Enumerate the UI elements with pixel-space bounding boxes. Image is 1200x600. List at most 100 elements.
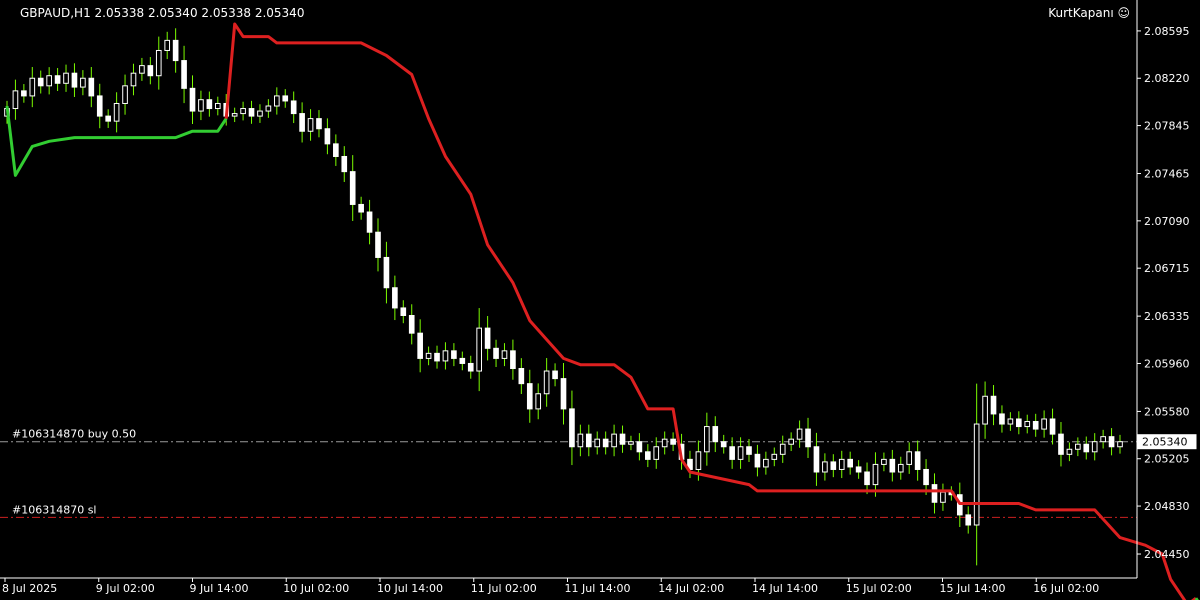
candle-body-bear bbox=[71, 72, 78, 88]
candle-body-bull bbox=[611, 433, 617, 448]
candle-body-bear bbox=[299, 113, 305, 132]
candle-body-bear bbox=[1032, 421, 1039, 430]
time-tick-label: 10 Jul 02:00 bbox=[283, 582, 349, 595]
price-tick-label: 2.08595 bbox=[1144, 25, 1190, 38]
candle-body-bear bbox=[290, 100, 297, 115]
candle-body-bear bbox=[248, 108, 255, 117]
time-tick-label: 14 Jul 02:00 bbox=[658, 582, 724, 595]
time-tick-label: 9 Jul 02:00 bbox=[96, 582, 155, 595]
candle-body-bull bbox=[737, 446, 744, 460]
candle-body-bear bbox=[847, 458, 854, 468]
price-tick-label: 2.07465 bbox=[1144, 168, 1190, 181]
candle-body-bull bbox=[113, 102, 120, 122]
candle-body-bull bbox=[1041, 418, 1047, 430]
price-tick-label: 2.05580 bbox=[1144, 405, 1190, 418]
candle-body-bull bbox=[695, 451, 702, 470]
candle-body-bull bbox=[155, 49, 162, 77]
candle-body-bull bbox=[122, 85, 128, 104]
time-tick-label: 15 Jul 02:00 bbox=[846, 582, 912, 595]
candle-body-bull bbox=[897, 463, 904, 473]
candle-body-bull bbox=[771, 453, 778, 460]
candle-body-bear bbox=[282, 95, 289, 102]
order-line-label: #106314870 buy 0.50 bbox=[12, 428, 136, 441]
candle-body-bear bbox=[965, 514, 972, 526]
price-tick-label: 2.06715 bbox=[1144, 262, 1190, 275]
candle-body-bull bbox=[231, 113, 238, 117]
candle-body-bear bbox=[560, 378, 567, 410]
candle-body-bear bbox=[552, 370, 558, 380]
candle-body-bear bbox=[383, 256, 390, 289]
price-tick-label: 2.08220 bbox=[1144, 72, 1190, 85]
candle-body-bear bbox=[746, 446, 752, 455]
candle-body-bull bbox=[940, 491, 946, 503]
price-chart[interactable]: #106314870 buy 0.50 #106314870 sl 2.08595… bbox=[0, 0, 1200, 600]
candle-body-bear bbox=[21, 90, 27, 97]
symbol-ohlc-header: GBPAUD,H1 2.05338 2.05340 2.05338 2.0534… bbox=[20, 6, 304, 20]
candle-body-bear bbox=[181, 60, 187, 89]
price-tick-label: 2.05205 bbox=[1144, 453, 1190, 466]
candle-body-bear bbox=[1083, 443, 1090, 453]
current-price-label: 2.05340 bbox=[1142, 436, 1188, 449]
candle-body-bear bbox=[189, 87, 196, 112]
candle-body-bull bbox=[198, 99, 204, 112]
candle-body-bear bbox=[914, 451, 921, 470]
candle-body-bear bbox=[105, 115, 112, 122]
time-tick-label: 14 Jul 14:00 bbox=[752, 582, 818, 595]
candle-body-bull bbox=[501, 350, 508, 359]
candle-body-bull bbox=[240, 108, 246, 115]
candle-body-bull bbox=[661, 438, 668, 448]
candle-body-bull bbox=[29, 77, 36, 97]
candle-body-bear bbox=[754, 453, 761, 468]
candle-body-bull bbox=[763, 458, 769, 468]
candle-body-bear bbox=[324, 128, 331, 145]
candle-body-bull bbox=[1075, 443, 1081, 450]
candle-body-bull bbox=[164, 39, 171, 51]
candle-body-bear bbox=[518, 368, 525, 385]
candle-body-bull bbox=[46, 75, 52, 87]
price-tick-label: 2.05960 bbox=[1144, 357, 1190, 370]
candle-body-bull bbox=[535, 393, 542, 410]
candle-body-bear bbox=[147, 65, 154, 77]
candle-body-bull bbox=[265, 105, 272, 112]
candle-body-bull bbox=[442, 350, 449, 362]
candle-body-bull bbox=[594, 438, 601, 448]
candle-body-bear bbox=[720, 441, 727, 448]
candle-body-bear bbox=[341, 155, 348, 173]
candle-body-bear bbox=[1015, 418, 1022, 428]
candle-body-bear bbox=[889, 458, 896, 473]
candle-body-bull bbox=[12, 90, 19, 110]
candle-body-bull bbox=[628, 441, 634, 445]
candle-body-bear bbox=[1058, 433, 1064, 455]
candle-body-bear bbox=[96, 95, 103, 117]
candle-body-bear bbox=[923, 468, 929, 486]
candle-body-bull bbox=[973, 423, 980, 526]
brand-label: KurtKapanı ☺ bbox=[1048, 6, 1130, 20]
candle-body-bear bbox=[729, 446, 735, 460]
candle-body-bear bbox=[392, 287, 398, 309]
candle-body-bear bbox=[417, 332, 423, 359]
price-tick-label: 2.06335 bbox=[1144, 310, 1190, 323]
time-tick-label: 11 Jul 14:00 bbox=[565, 582, 631, 595]
candle-body-bear bbox=[644, 451, 651, 460]
candle-body-bull bbox=[476, 327, 483, 372]
candle-body-bull bbox=[796, 428, 803, 440]
candle-body-bear bbox=[54, 75, 61, 84]
time-tick-label: 8 Jul 2025 bbox=[2, 582, 57, 595]
time-tick-label: 9 Jul 14:00 bbox=[190, 582, 249, 595]
candle-body-bear bbox=[206, 99, 213, 110]
candle-body-bear bbox=[451, 350, 457, 359]
price-tick-label: 2.04450 bbox=[1144, 548, 1190, 561]
candle-body-bear bbox=[636, 441, 643, 453]
candle-body-bull bbox=[543, 370, 550, 395]
time-tick-label: 11 Jul 02:00 bbox=[471, 582, 537, 595]
candle-body-bear bbox=[400, 307, 407, 317]
candle-body-bear bbox=[619, 433, 626, 445]
candle-body-bear bbox=[931, 484, 938, 503]
candle-body-bull bbox=[653, 446, 660, 460]
candle-body-bull bbox=[822, 461, 828, 473]
candle-body-bull bbox=[577, 433, 584, 448]
candle-body-bear bbox=[172, 39, 179, 62]
candle-body-bear bbox=[526, 383, 533, 410]
candle-body-bear bbox=[316, 118, 322, 130]
candle-body-bear bbox=[484, 327, 491, 349]
